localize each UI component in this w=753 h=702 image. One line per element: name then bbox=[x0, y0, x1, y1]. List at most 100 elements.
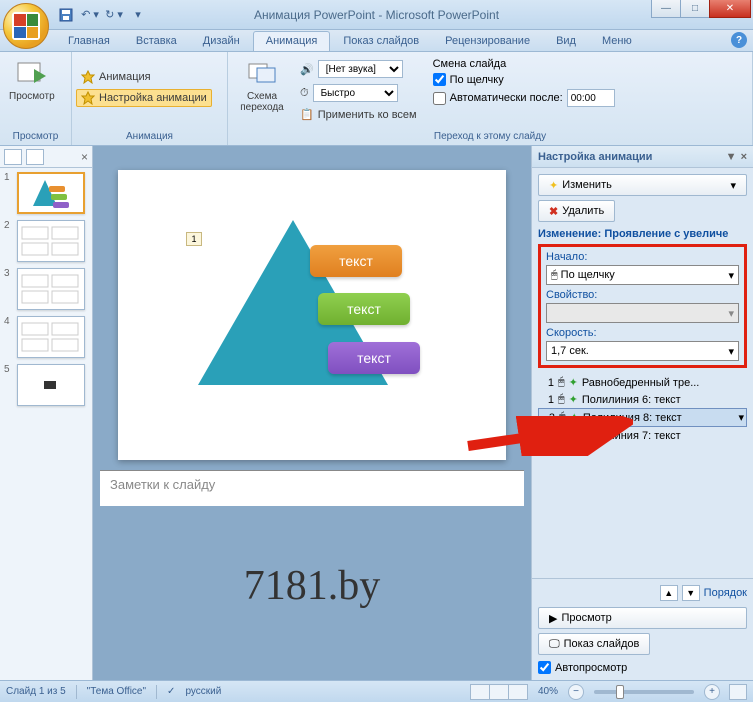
transition-speed[interactable]: ⏱Быстро bbox=[295, 82, 422, 104]
ribbon: Просмотр Просмотр Анимация Настройка ани… bbox=[0, 52, 753, 146]
normal-view-button[interactable] bbox=[470, 684, 490, 700]
language-label[interactable]: русский bbox=[185, 686, 221, 697]
remove-effect-button[interactable]: ✖Удалить bbox=[538, 200, 615, 222]
custom-animation-button[interactable]: Настройка анимации bbox=[76, 89, 212, 107]
apply-to-all-button[interactable]: 📋Применить ко всем bbox=[295, 106, 422, 123]
transition-sound[interactable]: 🔊[Нет звука] bbox=[295, 58, 422, 80]
slideshow-button[interactable]: 🖵 Показ слайдов bbox=[538, 633, 650, 655]
slide-thumb-1[interactable] bbox=[17, 172, 85, 214]
thumb-num: 4 bbox=[4, 316, 14, 358]
mouse-icon: 🖱 bbox=[558, 429, 565, 442]
title-bar: ↶ ▾ ↻ ▾ ▾ Анимация PowerPoint - Microsof… bbox=[0, 0, 753, 30]
office-button[interactable] bbox=[3, 3, 49, 49]
zoom-out-button[interactable]: − bbox=[568, 684, 584, 700]
notes-pane[interactable]: Заметки к слайду bbox=[100, 470, 524, 506]
tab-review[interactable]: Рецензирование bbox=[432, 31, 543, 51]
speed-select-pane[interactable]: 1,7 сек.▾ bbox=[546, 341, 739, 361]
slideshow-view-button[interactable] bbox=[508, 684, 528, 700]
close-button[interactable]: ✕ bbox=[709, 0, 751, 18]
anim-list-item[interactable]: 1🖱✦Равнобедренный тре... bbox=[538, 374, 747, 391]
panel-close-icon[interactable]: × bbox=[81, 150, 88, 164]
mouse-icon: 🖱 bbox=[558, 393, 565, 406]
reorder-up-button[interactable]: ▲ bbox=[660, 585, 678, 601]
thumb-num: 5 bbox=[4, 364, 14, 406]
fit-button[interactable] bbox=[729, 684, 747, 700]
change-label: Изменить bbox=[562, 179, 612, 191]
help-icon[interactable]: ? bbox=[731, 32, 747, 48]
anim-list-item[interactable]: 3🖱✦Полилиния 8: текст▾ bbox=[538, 408, 747, 427]
slide-thumb-3[interactable] bbox=[17, 268, 85, 310]
speed-select[interactable]: Быстро bbox=[313, 84, 398, 102]
tab-view[interactable]: Вид bbox=[543, 31, 589, 51]
effect-icon: ✦ bbox=[569, 393, 578, 406]
taskpane-close-icon[interactable]: × bbox=[741, 151, 747, 163]
zoom-value[interactable]: 40% bbox=[538, 686, 558, 697]
taskpane-menu-icon[interactable]: ▼ bbox=[726, 151, 737, 163]
tab-home[interactable]: Главная bbox=[55, 31, 123, 51]
text-shape-3[interactable]: текст bbox=[328, 342, 420, 374]
effect-icon: ✦ bbox=[569, 429, 578, 442]
view-buttons bbox=[471, 684, 528, 700]
speed-label: Скорость: bbox=[546, 327, 739, 339]
zoom-in-button[interactable]: + bbox=[704, 684, 720, 700]
effect-name-label: Изменение: Проявление с увеличе bbox=[538, 228, 747, 240]
theme-name: "Тема Office" bbox=[87, 686, 146, 697]
slide-thumb-2[interactable] bbox=[17, 220, 85, 262]
tab-menu[interactable]: Меню bbox=[589, 31, 645, 51]
save-button[interactable] bbox=[55, 4, 77, 26]
undo-button[interactable]: ↶ ▾ bbox=[79, 4, 101, 26]
transition-scheme-button[interactable]: Схема перехода bbox=[232, 54, 292, 116]
property-select: ▾ bbox=[546, 303, 739, 323]
anim-item-label: Полилиния 8: текст bbox=[583, 412, 682, 424]
redo-button[interactable]: ↻ ▾ bbox=[103, 4, 125, 26]
tab-animation[interactable]: Анимация bbox=[253, 31, 331, 51]
slide-thumbnails: 1 2 3 4 5 bbox=[0, 168, 92, 680]
sorter-view-button[interactable] bbox=[489, 684, 509, 700]
mouse-icon: 🖱 bbox=[559, 411, 566, 424]
text-shape-2[interactable]: текст bbox=[318, 293, 410, 325]
quick-access-toolbar: ↶ ▾ ↻ ▾ ▾ bbox=[55, 4, 149, 26]
auto-after-label: Автоматически после: bbox=[450, 92, 563, 104]
effect-icon: ✦ bbox=[570, 411, 579, 424]
window-controls: — □ ✕ bbox=[652, 0, 751, 18]
order-label: Порядок bbox=[704, 587, 747, 599]
anim-list-item[interactable]: 1🖱✦Полилиния 6: текст bbox=[538, 391, 747, 408]
autopreview-checkbox[interactable] bbox=[538, 661, 551, 674]
change-effect-button[interactable]: ✦Изменить▾ bbox=[538, 174, 747, 196]
transition-scheme-label: Схема перехода bbox=[240, 91, 284, 113]
anim-list-item[interactable]: 4🖱✦Полилиния 7: текст bbox=[538, 427, 747, 444]
main-area: × 1 2 3 4 5 1 2 4 3 текст текст текст 71… bbox=[0, 146, 753, 680]
tab-insert[interactable]: Вставка bbox=[123, 31, 190, 51]
minimize-button[interactable]: — bbox=[651, 0, 681, 18]
outline-tab[interactable] bbox=[26, 149, 44, 165]
preview-button[interactable]: Просмотр bbox=[4, 54, 60, 105]
maximize-button[interactable]: □ bbox=[680, 0, 710, 18]
slides-tab[interactable] bbox=[4, 149, 22, 165]
anim-item-label: Равнобедренный тре... bbox=[582, 377, 700, 389]
taskpane-title: Настройка анимации bbox=[538, 151, 652, 163]
start-label: Начало: bbox=[546, 251, 739, 263]
slide-thumb-4[interactable] bbox=[17, 316, 85, 358]
reorder-down-button[interactable]: ▼ bbox=[682, 585, 700, 601]
apply-all-label: Применить ко всем bbox=[318, 109, 417, 121]
auto-after-checkbox[interactable] bbox=[433, 92, 446, 105]
auto-after-time[interactable] bbox=[567, 89, 615, 107]
sound-select[interactable]: [Нет звука] bbox=[318, 60, 403, 78]
tab-slideshow[interactable]: Показ слайдов bbox=[330, 31, 432, 51]
spellcheck-icon[interactable]: ✓ bbox=[167, 686, 175, 697]
start-select[interactable]: 🖱 По щелчку▾ bbox=[546, 265, 739, 285]
zoom-slider[interactable] bbox=[594, 690, 694, 694]
qat-customize[interactable]: ▾ bbox=[127, 4, 149, 26]
slide-panel-tabs: × bbox=[0, 146, 92, 168]
slide-canvas[interactable]: 1 2 4 3 текст текст текст bbox=[118, 170, 506, 460]
tab-design[interactable]: Дизайн bbox=[190, 31, 253, 51]
slide-panel: × 1 2 3 4 5 bbox=[0, 146, 93, 680]
text-shape-1[interactable]: текст bbox=[310, 245, 402, 277]
property-label: Свойство: bbox=[546, 289, 739, 301]
animate-dropdown[interactable]: Анимация bbox=[76, 68, 156, 86]
custom-animation-pane: Настройка анимации ▼× ✦Изменить▾ ✖Удалит… bbox=[531, 146, 753, 680]
play-button[interactable]: ▶ Просмотр bbox=[538, 607, 747, 629]
slide-thumb-5[interactable] bbox=[17, 364, 85, 406]
ribbon-tabs: Главная Вставка Дизайн Анимация Показ сл… bbox=[0, 30, 753, 52]
on-click-checkbox[interactable] bbox=[433, 73, 446, 86]
